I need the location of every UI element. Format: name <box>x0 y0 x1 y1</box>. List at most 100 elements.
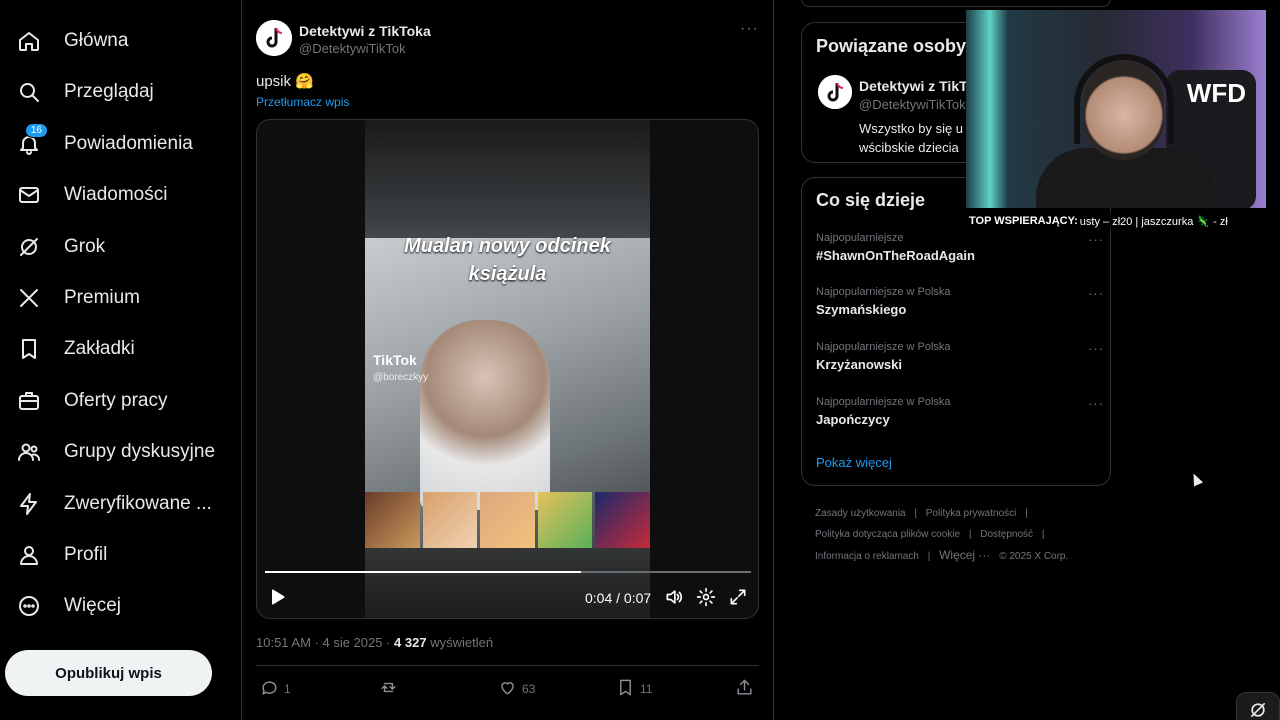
video-time: 0:04 / 0:07 <box>585 590 652 606</box>
gear-icon <box>696 587 716 612</box>
video-frame: Mualan nowy odcinek książula TikTok @bor… <box>365 120 650 618</box>
like-button[interactable]: 63 <box>498 678 535 700</box>
related-bio: Wszystko by się u wścibskie dziecia <box>859 119 963 157</box>
trend-more-button[interactable]: ··· <box>1088 232 1104 247</box>
publish-post-button[interactable]: Opublikuj wpis <box>5 650 212 696</box>
video-person <box>420 320 550 510</box>
nav-item-communities[interactable]: Grupy dyskusyjne <box>8 429 223 475</box>
trend-more-button[interactable]: ··· <box>1088 396 1104 411</box>
repost-button[interactable] <box>379 678 403 700</box>
trend-context: Najpopularniejsze <box>816 232 904 244</box>
share-button[interactable] <box>735 678 759 700</box>
footer-link-terms[interactable]: Zasady użytkowania <box>815 508 906 519</box>
more-circle-icon <box>16 593 42 619</box>
nav-item-label: Zakładki <box>64 338 135 359</box>
nav-item-more[interactable]: Więcej <box>8 583 129 629</box>
fullscreen-button[interactable] <box>728 588 748 610</box>
grok-icon <box>16 234 42 260</box>
ticker-text: usty – zł20 | jaszczurka 🦎 - zł <box>1079 215 1228 228</box>
post-text: upsik 🤗 <box>256 73 314 90</box>
footer-link-ads[interactable]: Informacja o reklamach <box>815 551 919 562</box>
trend-context: Najpopularniejsze w Polska <box>816 396 951 408</box>
trend-name: #ShawnOnTheRoadAgain <box>816 248 975 263</box>
nav-item-bookmarks[interactable]: Zakładki <box>8 326 143 372</box>
related-name[interactable]: Detektywi z TikT... <box>859 78 978 94</box>
video-caption-line: książula <box>468 263 547 285</box>
post-meta: 10:51 AM · 4 sie 2025 · 4 327 wyświetleń <box>256 635 493 650</box>
nav-item-label: Grupy dyskusyjne <box>64 441 216 462</box>
webcam-overlay: WFD <box>966 10 1266 208</box>
footer-link-accessibility[interactable]: Dostępność <box>980 529 1033 540</box>
grok-icon <box>1248 700 1268 720</box>
translate-post-link[interactable]: Przetłumacz wpis <box>256 95 349 109</box>
play-button[interactable] <box>267 588 287 610</box>
related-handle[interactable]: @DetektywiTikTok <box>859 97 966 112</box>
x-logo-icon <box>16 285 42 311</box>
bookmark-button[interactable]: 11 <box>616 678 652 700</box>
nav-item-home[interactable]: Główna <box>8 18 136 64</box>
video-progress-fill <box>265 571 581 573</box>
nav-item-label: Wiadomości <box>64 184 168 205</box>
nav-item-label: Więcej <box>64 595 122 616</box>
trend-item[interactable]: Najpopularniejsze w Polska Krzyżanowski … <box>816 341 1103 372</box>
nav-item-label: Grok <box>64 236 106 257</box>
headset-icon <box>1074 54 1174 144</box>
video-progress-bar[interactable] <box>265 571 751 573</box>
post-more-button[interactable]: ··· <box>740 20 759 38</box>
trend-context: Najpopularniejsze w Polska <box>816 341 951 353</box>
nav-item-label: Powiadomienia <box>64 133 193 154</box>
trend-item[interactable]: Najpopularniejsze #ShawnOnTheRoadAgain ·… <box>816 232 1103 263</box>
mail-icon <box>16 182 42 208</box>
video-player[interactable]: Mualan nowy odcinek książula TikTok @bor… <box>256 119 759 619</box>
nav-item-jobs[interactable]: Oferty pracy <box>8 378 175 424</box>
nav-item-explore[interactable]: Przeglądaj <box>8 69 162 115</box>
person-icon <box>16 542 42 568</box>
nav-item-profile[interactable]: Profil <box>8 532 115 578</box>
reply-count: 1 <box>284 682 291 696</box>
footer-link-privacy[interactable]: Polityka prywatności <box>926 508 1017 519</box>
footer-link-more[interactable]: Więcej ··· <box>939 548 990 562</box>
trend-item[interactable]: Najpopularniejsze w Polska Szymańskiego … <box>816 286 1103 317</box>
nav-item-premium[interactable]: Premium <box>8 275 148 321</box>
volume-button[interactable] <box>664 588 684 610</box>
trend-item[interactable]: Najpopularniejsze w Polska Japończycy ··… <box>816 396 1103 427</box>
trend-more-button[interactable]: ··· <box>1088 341 1104 356</box>
author-handle[interactable]: @DetektywiTikTok <box>299 41 406 56</box>
like-count: 63 <box>522 682 536 696</box>
views-count: 4 327 <box>394 635 427 650</box>
grok-floating-button[interactable] <box>1236 692 1280 720</box>
briefcase-icon <box>16 388 42 414</box>
related-avatar[interactable] <box>818 75 852 109</box>
screen: Główna Przeglądaj 16 Powiadomienia Wiado… <box>0 0 1280 720</box>
settings-button[interactable] <box>696 587 716 612</box>
home-icon <box>16 28 42 54</box>
search-card-edge <box>801 0 1111 7</box>
video-caption: Mualan nowy odcinek książula <box>365 232 650 288</box>
lightning-icon <box>16 491 42 517</box>
author-avatar[interactable] <box>256 20 292 56</box>
notification-badge: 16 <box>24 123 48 138</box>
reply-button[interactable]: 1 <box>260 678 291 700</box>
ticker-label: TOP WSPIERAJĄCY: <box>969 215 1078 227</box>
author-name[interactable]: Detektywi z TikToka <box>299 23 431 39</box>
play-icon <box>267 587 287 612</box>
trend-more-button[interactable]: ··· <box>1088 286 1104 301</box>
people-icon <box>16 439 42 465</box>
nav-item-grok[interactable]: Grok <box>8 224 113 270</box>
nav-item-notifications[interactable]: 16 Powiadomienia <box>8 121 201 167</box>
share-icon <box>735 678 759 700</box>
post-detail: Detektywi z TikToka @DetektywiTikTok ···… <box>242 0 774 720</box>
show-more-trends-link[interactable]: Pokaż więcej <box>816 455 892 470</box>
footer-links: Zasady użytkowania | Polityka prywatnośc… <box>815 508 1069 562</box>
nav-item-label: Oferty pracy <box>64 390 168 411</box>
tiktok-handle: @boreczkyy <box>373 372 429 383</box>
mouse-cursor <box>1188 471 1204 487</box>
video-caption-line: Mualan nowy odcinek <box>404 235 611 257</box>
related-bio-line: Wszystko by się u <box>859 121 964 136</box>
footer-copyright: © 2025 X Corp. <box>999 551 1069 562</box>
nav-item-verified[interactable]: Zweryfikowane ... <box>8 481 220 527</box>
nav-item-messages[interactable]: Wiadomości <box>8 172 175 218</box>
footer-link-cookies[interactable]: Polityka dotycząca plików cookie <box>815 529 960 540</box>
post-timestamp[interactable]: 10:51 AM · 4 sie 2025 · <box>256 635 394 650</box>
video-thumbnails <box>365 492 650 548</box>
